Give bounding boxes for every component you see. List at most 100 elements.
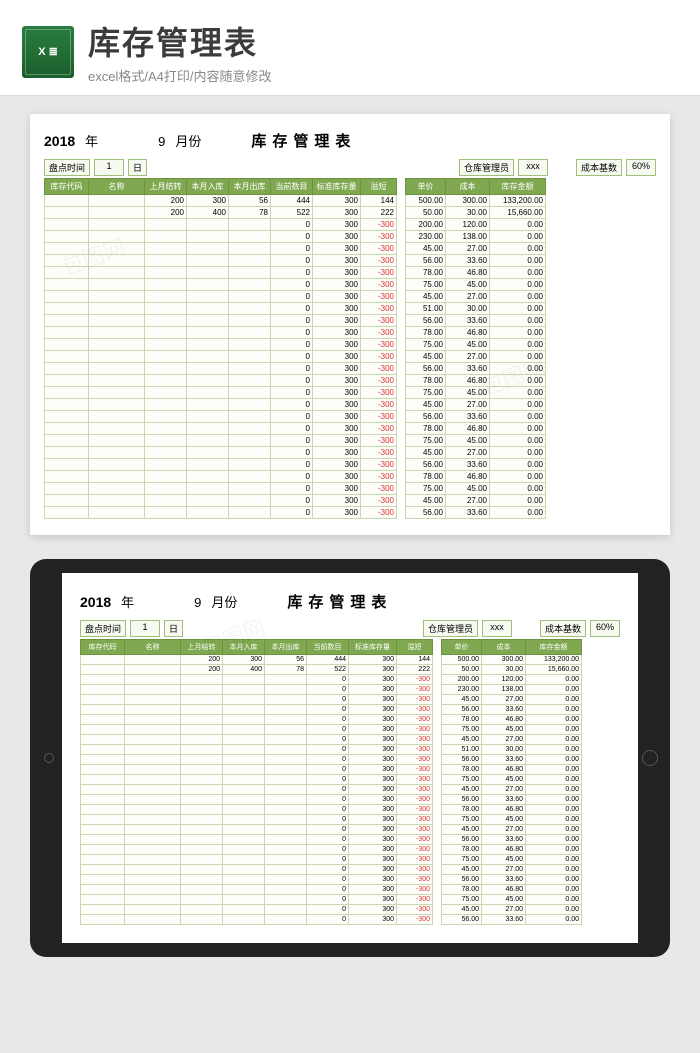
table-row: 56.0033.600.00 (406, 255, 546, 267)
year-label: 年 (121, 592, 134, 611)
banner-subtitle: excel格式/A4打印/内容随意修改 (88, 66, 271, 85)
banner: X ≣ 库存管理表 excel格式/A4打印/内容随意修改 (0, 0, 700, 96)
year-label: 年 (85, 131, 98, 150)
table-row: 78.0046.800.00 (406, 375, 546, 387)
pct-value: 60% (590, 620, 620, 637)
table-row: 75.0045.000.00 (406, 387, 546, 399)
table-row: 56.0033.600.00 (406, 363, 546, 375)
table-row: 0300-300 (45, 231, 397, 243)
table-row: 51.0030.000.00 (406, 303, 546, 315)
table-row: 20030056444300144 (45, 195, 397, 207)
table-row: 78.0046.800.00 (406, 423, 546, 435)
table-row: 78.0046.800.00 (442, 845, 582, 855)
table-row: 0300-300 (81, 825, 433, 835)
table-row: 0300-300 (81, 755, 433, 765)
table-row: 0300-300 (81, 725, 433, 735)
table-row: 500.00300.00133,200.00 (406, 195, 546, 207)
table-row: 0300-300 (81, 745, 433, 755)
table-row: 45.0027.000.00 (406, 447, 546, 459)
spreadsheet-preview: 2018 年 9 月份 库存管理表 盘点时间 1 日 仓库管理员 xxx 成本基… (30, 114, 670, 535)
col-header: 当前数目 (307, 640, 349, 655)
table-row: 0300-300 (45, 483, 397, 495)
col-header: 成本 (446, 179, 490, 195)
table-row: 75.0045.000.00 (406, 435, 546, 447)
table-row: 56.0033.600.00 (442, 915, 582, 925)
col-header: 单价 (406, 179, 446, 195)
table-row: 56.0033.600.00 (442, 795, 582, 805)
col-header: 本月出库 (265, 640, 307, 655)
day-label: 日 (164, 620, 183, 637)
table-row: 56.0033.600.00 (442, 705, 582, 715)
table-row: 230.00138.000.00 (406, 231, 546, 243)
table-row: 0300-300 (81, 835, 433, 845)
table-row: 0300-300 (81, 885, 433, 895)
table-row: 75.0045.000.00 (442, 815, 582, 825)
table-row: 45.0027.000.00 (406, 291, 546, 303)
col-header: 库存金额 (526, 640, 582, 655)
table-row: 0300-300 (81, 685, 433, 695)
col-header: 本月入库 (223, 640, 265, 655)
table-row: 20040078522300222 (45, 207, 397, 219)
mgr-label: 仓库管理员 (423, 620, 478, 637)
table-row: 51.0030.000.00 (442, 745, 582, 755)
table-row: 56.0033.600.00 (442, 755, 582, 765)
sheet-title: 库存管理表 (251, 130, 356, 151)
table-row: 0300-300 (45, 495, 397, 507)
col-header: 上月结转 (181, 640, 223, 655)
table-row: 0300-300 (81, 805, 433, 815)
table-row: 0300-300 (45, 447, 397, 459)
table-row: 0300-300 (81, 695, 433, 705)
col-header: 上月结转 (145, 179, 187, 195)
inventory-table: 库存代码名称上月结转本月入库本月出库当前数目标准库存量溢短20030056444… (44, 178, 397, 519)
table-row: 0300-300 (45, 339, 397, 351)
table-row: 75.0045.000.00 (442, 895, 582, 905)
table-row: 0300-300 (81, 705, 433, 715)
table-row: 0300-300 (81, 865, 433, 875)
table-row: 230.00138.000.00 (442, 685, 582, 695)
month-label: 月份 (211, 592, 237, 611)
table-row: 78.0046.800.00 (442, 885, 582, 895)
sheet-title: 库存管理表 (287, 591, 392, 612)
table-row: 0300-300 (45, 291, 397, 303)
month-label: 月份 (175, 131, 201, 150)
col-header: 标准库存量 (349, 640, 397, 655)
table-row: 45.0027.000.00 (406, 399, 546, 411)
table-row: 45.0027.000.00 (442, 785, 582, 795)
table-row: 0300-300 (45, 255, 397, 267)
col-header: 标准库存量 (313, 179, 361, 195)
table-row: 56.0033.600.00 (406, 507, 546, 519)
cost-table: 单价成本库存金额500.00300.00133,200.0050.0030.00… (441, 639, 582, 925)
table-row: 75.0045.000.00 (442, 855, 582, 865)
table-row: 78.0046.800.00 (442, 805, 582, 815)
table-row: 0300-300 (81, 855, 433, 865)
table-row: 56.0033.600.00 (442, 835, 582, 845)
spreadsheet-preview: 2018 年 9 月份 库存管理表 盘点时间 1 日 仓库管理员 xxx 成本基… (72, 583, 628, 933)
month: 9 (194, 595, 201, 610)
table-row: 0300-300 (45, 219, 397, 231)
cost-table: 单价成本库存金额500.00300.00133,200.0050.0030.00… (405, 178, 546, 519)
table-row: 0300-300 (81, 845, 433, 855)
table-row: 45.0027.000.00 (442, 825, 582, 835)
col-header: 溢短 (397, 640, 433, 655)
table-row: 0300-300 (81, 875, 433, 885)
table-row: 75.0045.000.00 (406, 279, 546, 291)
day-value: 1 (94, 159, 124, 176)
table-row: 0300-300 (45, 327, 397, 339)
time-label: 盘点时间 (80, 620, 126, 637)
table-row: 0300-300 (81, 915, 433, 925)
table-row: 0300-300 (45, 399, 397, 411)
mgr-value: xxx (482, 620, 512, 637)
year: 2018 (80, 594, 111, 610)
table-row: 56.0033.600.00 (406, 411, 546, 423)
table-row: 0300-300 (81, 765, 433, 775)
table-row: 0300-300 (81, 675, 433, 685)
table-row: 56.0033.600.00 (406, 315, 546, 327)
time-label: 盘点时间 (44, 159, 90, 176)
table-row: 0300-300 (81, 775, 433, 785)
table-row: 78.0046.800.00 (406, 471, 546, 483)
table-row: 45.0027.000.00 (442, 865, 582, 875)
table-row: 0300-300 (45, 279, 397, 291)
col-header: 溢短 (361, 179, 397, 195)
table-row: 75.0045.000.00 (406, 339, 546, 351)
table-row: 0300-300 (81, 895, 433, 905)
